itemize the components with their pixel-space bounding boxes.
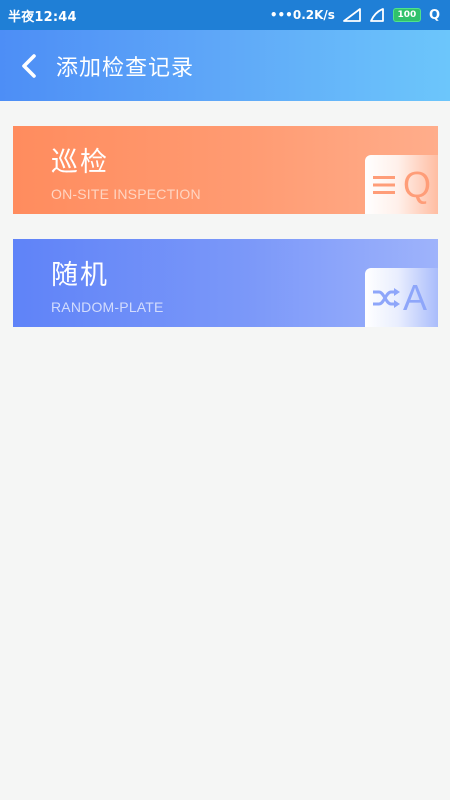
random-badge: A xyxy=(365,268,438,327)
inspection-card-subtitle: ON-SITE INSPECTION xyxy=(51,186,201,202)
random-card[interactable]: 随机 RANDOM-PLATE A xyxy=(13,239,438,327)
network-speed: •••0.2K/s xyxy=(269,8,335,22)
inspection-card[interactable]: 巡检 ON-SITE INSPECTION Q xyxy=(13,126,438,214)
inspection-card-title: 巡检 xyxy=(51,147,109,178)
inspection-badge: Q xyxy=(365,155,438,214)
back-button[interactable] xyxy=(4,30,54,101)
cellular-icon xyxy=(370,8,384,22)
battery-icon: 100 xyxy=(392,8,421,22)
page-title: 添加检查记录 xyxy=(56,55,195,81)
chevron-left-icon xyxy=(22,53,36,78)
status-indicators: •••0.2K/s 100 Q xyxy=(270,8,440,23)
q-app-icon: Q xyxy=(428,7,440,23)
app-header: 添加检查记录 xyxy=(0,30,450,101)
status-time: 半夜12:44 xyxy=(8,9,77,25)
signal-icon xyxy=(343,8,361,22)
shuffle-icon xyxy=(373,287,400,308)
network-speed-value: 0.2K/s xyxy=(292,8,335,22)
random-card-title: 随机 xyxy=(51,260,109,291)
list-icon xyxy=(373,175,395,194)
random-card-subtitle: RANDOM-PLATE xyxy=(51,299,164,315)
inspection-badge-letter: Q xyxy=(403,163,432,205)
status-bar: 半夜12:44 •••0.2K/s 100 Q xyxy=(0,0,450,30)
random-badge-letter: A xyxy=(403,276,428,318)
